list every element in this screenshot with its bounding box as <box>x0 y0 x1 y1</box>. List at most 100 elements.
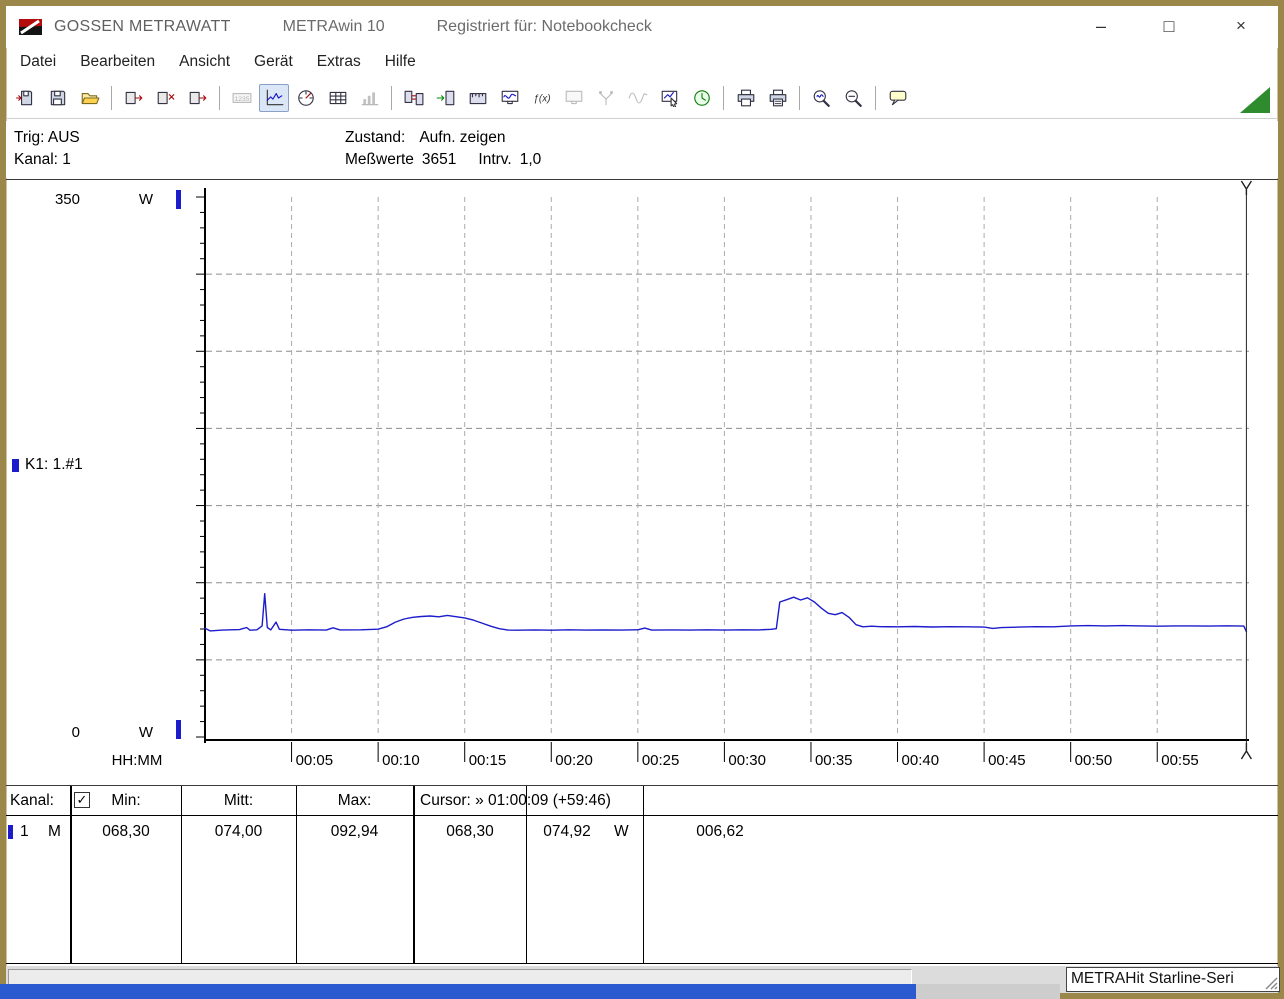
toolbar-separator <box>391 86 393 110</box>
toolbar-divider <box>6 118 1278 119</box>
table-bottom-border <box>6 963 1278 964</box>
toolbar-separator <box>111 86 113 110</box>
print-button[interactable] <box>731 84 761 112</box>
toolbar-separator <box>875 86 877 110</box>
minimize-button[interactable]: – <box>1084 12 1118 40</box>
svg-text:00:35: 00:35 <box>815 752 853 769</box>
svg-text:00:40: 00:40 <box>902 752 940 769</box>
row-cursor-mean: 074,92 <box>543 823 591 840</box>
open-folder-icon <box>81 93 100 105</box>
resize-grip[interactable] <box>1262 974 1278 990</box>
open-file-button[interactable] <box>11 84 41 112</box>
channel-split-icon <box>599 91 613 106</box>
annotate-chart-button[interactable] <box>655 84 685 112</box>
zoom-out-button[interactable] <box>839 84 869 112</box>
table-divider <box>526 786 527 963</box>
waveform-icon <box>628 92 648 104</box>
open-folder-button[interactable] <box>75 84 105 112</box>
corner-triangle-icon <box>1240 87 1270 113</box>
device-transfer-button[interactable] <box>399 84 429 112</box>
channel-label: K1: 1.#1 <box>25 456 83 473</box>
zustand-value: Aufn. zeigen <box>419 129 506 146</box>
device-config-button[interactable] <box>463 84 493 112</box>
timer-button[interactable] <box>687 84 717 112</box>
toolbar: 1235 ƒ(x) <box>10 81 914 115</box>
maximize-button[interactable]: □ <box>1152 12 1186 40</box>
row-max: 092,94 <box>330 823 379 840</box>
toolbar-separator <box>799 86 801 110</box>
app-logo-icon <box>18 16 44 38</box>
offline-display-button[interactable] <box>559 84 589 112</box>
menu-geraet[interactable]: Gerät <box>242 49 305 77</box>
zustand-label: Zustand: <box>345 129 406 146</box>
zoom-out-icon <box>845 90 862 107</box>
svg-text:00:10: 00:10 <box>382 752 420 769</box>
zoom-in-icon <box>813 90 830 107</box>
clear-memory-icon <box>157 91 175 105</box>
power-chart[interactable]: 00:05 00:10 00:15 00:20 00:25 00:30 00:35 00:40… <box>0 180 1284 786</box>
svg-text:0: 0 <box>72 724 80 741</box>
header-max: Max: <box>337 792 372 809</box>
function-fx-button[interactable]: ƒ(x) <box>527 84 557 112</box>
row-unit: W <box>614 823 629 840</box>
registered-label: Registriert für: Notebookcheck <box>436 18 652 35</box>
digital-display-button[interactable]: 1235 <box>227 84 257 112</box>
device-panel: METRAHit Starline-Seri <box>1066 967 1280 992</box>
histogram-view-button[interactable] <box>355 84 385 112</box>
menu-bearbeiten[interactable]: Bearbeiten <box>68 49 167 77</box>
menu-ansicht[interactable]: Ansicht <box>167 49 242 77</box>
channel-row-swatch <box>8 825 13 839</box>
waveform-button[interactable] <box>623 84 653 112</box>
device-name: METRAHit Starline-Seri <box>1071 970 1234 987</box>
annotate-chart-icon <box>661 90 678 107</box>
channel-color-swatch <box>12 458 19 472</box>
menu-hilfe[interactable]: Hilfe <box>373 49 428 77</box>
export-data-button[interactable] <box>119 84 149 112</box>
svg-text:ƒ(x): ƒ(x) <box>533 93 550 104</box>
send-data-button[interactable] <box>183 84 213 112</box>
analog-meter-view-button[interactable] <box>291 84 321 112</box>
device-read-button[interactable] <box>431 84 461 112</box>
messwerte-value: 3651 <box>421 151 457 168</box>
clear-memory-button[interactable] <box>151 84 181 112</box>
table-divider <box>643 786 644 963</box>
comment-button[interactable] <box>883 84 913 112</box>
print-icon <box>737 89 755 107</box>
comment-icon <box>889 90 907 106</box>
line-chart-view-button[interactable] <box>259 84 289 112</box>
zoom-in-button[interactable] <box>807 84 837 112</box>
menu-extras[interactable]: Extras <box>305 49 373 77</box>
channel-split-button[interactable] <box>591 84 621 112</box>
svg-text:00:50: 00:50 <box>1075 752 1113 769</box>
intrv-value: 1,0 <box>519 151 542 168</box>
header-cursor: Cursor: » 01:00:09 (+59:46) <box>420 792 611 809</box>
svg-text:1235: 1235 <box>235 96 250 103</box>
print-setup-button[interactable] <box>763 84 793 112</box>
line-chart-view-icon <box>266 89 284 106</box>
timer-icon <box>694 90 710 106</box>
online-display-button[interactable] <box>495 84 525 112</box>
row-channel: 1 <box>20 823 29 840</box>
table-view-button[interactable] <box>323 84 353 112</box>
svg-text:00:25: 00:25 <box>642 752 680 769</box>
status-panel: Trig: AUS Kanal: 1 Zustand: Aufn. zeigen … <box>6 121 1278 178</box>
row-cursor-value: 068,30 <box>446 823 494 840</box>
save-file-button[interactable] <box>43 84 73 112</box>
table-divider <box>413 786 415 963</box>
svg-text:W: W <box>139 724 154 741</box>
menu-datei[interactable]: Datei <box>8 49 68 77</box>
svg-text:00:45: 00:45 <box>988 752 1026 769</box>
export-data-icon <box>125 91 143 105</box>
send-data-icon <box>189 91 207 105</box>
close-button[interactable]: × <box>1224 12 1258 40</box>
channel-legend: K1: 1.#1 <box>12 456 83 474</box>
kanal-status: Kanal: 1 <box>14 151 71 168</box>
header-mitt: Mitt: <box>223 792 254 809</box>
chart-bottom-border <box>6 785 1278 786</box>
histogram-view-icon <box>361 92 379 106</box>
offline-display-icon <box>565 90 583 105</box>
function-fx-icon: ƒ(x) <box>533 93 550 104</box>
save-file-icon <box>50 90 66 106</box>
svg-text:00:55: 00:55 <box>1161 752 1199 769</box>
toolbar-separator <box>723 86 725 110</box>
